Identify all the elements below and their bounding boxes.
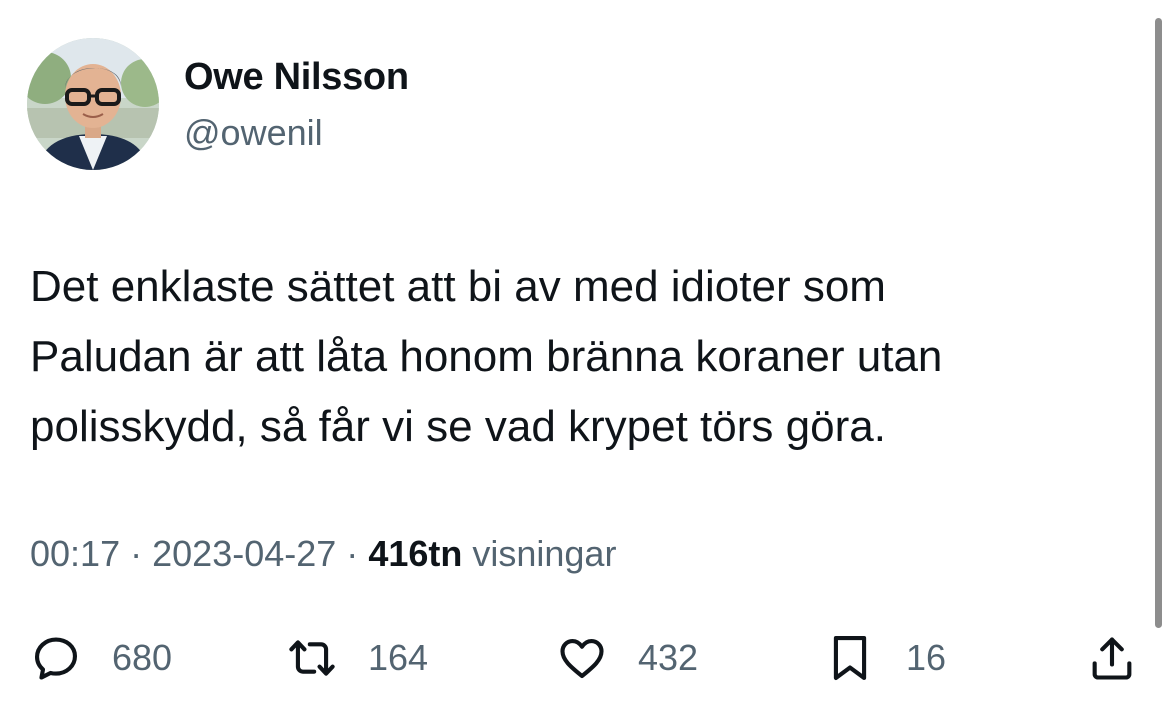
bookmark-count: 16 [906,637,947,678]
reply-icon [34,637,78,680]
like-icon [560,639,604,679]
tweet-metadata: 00:17 · 2023-04-27 · 416tn visningar [30,533,616,575]
reply-count: 680 [112,637,173,678]
tweet-date[interactable]: 2023-04-27 [152,533,336,574]
avatar-photo [27,38,159,170]
share-button[interactable] [1086,628,1138,688]
action-bar: 680 164 432 16 [0,620,1170,700]
share-icon [1092,637,1132,680]
views-count: 416tn [368,533,463,574]
scrollbar[interactable] [1155,18,1162,628]
bookmark-button[interactable]: 16 [824,628,946,688]
tweet-text: Det enklaste sättet att bi av med idiote… [30,252,1140,462]
bookmark-icon [833,636,867,680]
tweet-text-line: polisskydd, så får vi se vad krypet törs… [30,402,886,451]
reply-button[interactable]: 680 [30,628,172,688]
tweet-card: Owe Nilsson @owenil Det enklaste sättet … [0,0,1170,714]
views-label: visningar [472,533,617,574]
meta-separator: · [130,533,143,574]
retweet-count: 164 [368,637,429,678]
tweet-text-line: Paludan är att låta honom bränna koraner… [30,332,943,381]
avatar[interactable] [27,38,159,170]
author-handle[interactable]: @owenil [184,112,323,154]
tweet-text-line: Det enklaste sättet att bi av med idiote… [30,262,886,311]
retweet-button[interactable]: 164 [286,628,428,688]
meta-separator: · [346,533,359,574]
like-count: 432 [638,637,699,678]
retweet-icon [289,640,335,676]
like-button[interactable]: 432 [556,628,698,688]
author-display-name[interactable]: Owe Nilsson [184,56,409,99]
tweet-time[interactable]: 00:17 [30,533,120,574]
